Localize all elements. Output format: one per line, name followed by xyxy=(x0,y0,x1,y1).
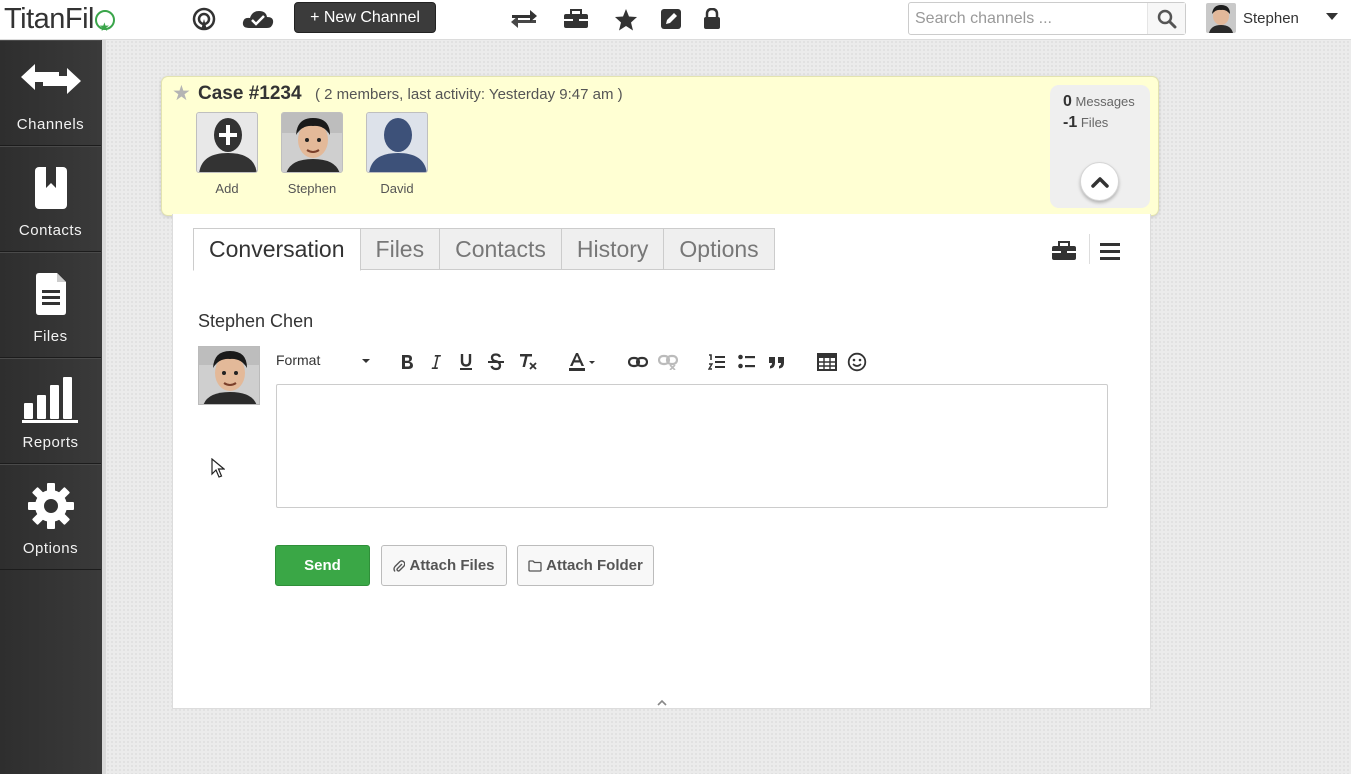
cloud-check-icon[interactable] xyxy=(240,5,276,33)
contact-book-icon xyxy=(0,161,101,215)
files-label: Files xyxy=(1080,115,1109,130)
channel-title: Case #1234 xyxy=(198,83,302,104)
files-count: -1 xyxy=(1063,114,1078,131)
attach-files-label: Attach Files xyxy=(409,557,495,574)
table-icon[interactable] xyxy=(815,350,839,374)
member-name: Add xyxy=(215,181,239,196)
bar-chart-icon xyxy=(0,373,101,427)
channel-meta: ( 2 members, last activity: Yesterday 9:… xyxy=(315,86,623,103)
broadcast-icon[interactable] xyxy=(189,5,219,33)
format-dropdown[interactable]: Format xyxy=(276,352,370,368)
message-editor[interactable] xyxy=(276,384,1108,508)
transfer-arrows-icon[interactable] xyxy=(509,5,539,33)
file-icon xyxy=(0,267,101,321)
unlink-icon[interactable] xyxy=(657,350,679,374)
search-icon xyxy=(1157,9,1176,28)
logo-star-o-icon xyxy=(95,10,115,44)
channel-stats: 0 Messages -1 Files xyxy=(1050,85,1150,208)
clear-format-icon[interactable] xyxy=(517,350,539,374)
favorite-star-icon[interactable]: ★ xyxy=(172,81,191,106)
arrows-exchange-icon xyxy=(0,55,101,109)
caret-up-icon[interactable] xyxy=(656,694,668,706)
underline-icon[interactable] xyxy=(456,350,476,374)
new-channel-button[interactable]: + New Channel xyxy=(294,2,436,33)
send-button[interactable]: Send xyxy=(275,545,370,586)
emoji-icon[interactable] xyxy=(845,350,869,374)
conversation-panel: Conversation Files Contacts History Opti… xyxy=(172,214,1151,709)
sidebar-item-label: Channels xyxy=(16,116,85,133)
channel-header-card: ★ Case #1234 ( 2 members, last activity:… xyxy=(161,76,1159,216)
files-stat: -1 Files xyxy=(1063,114,1108,132)
paperclip-icon xyxy=(393,559,406,572)
search-input[interactable] xyxy=(915,7,1149,31)
tab-conversation[interactable]: Conversation xyxy=(193,228,361,271)
logo-text: TitanFil xyxy=(4,3,95,35)
link-icon[interactable] xyxy=(627,350,649,374)
member-avatar xyxy=(366,112,428,173)
gear-icon xyxy=(0,479,101,533)
messages-count: 0 xyxy=(1063,93,1072,110)
member-david[interactable]: David xyxy=(366,112,428,196)
star-icon[interactable] xyxy=(611,5,641,33)
sidebar-item-label: Contacts xyxy=(18,222,83,239)
user-menu-caret-icon[interactable] xyxy=(1326,13,1338,20)
chevron-down-icon xyxy=(362,359,370,363)
attach-folder-label: Attach Folder xyxy=(546,557,643,574)
attach-folder-button[interactable]: Attach Folder xyxy=(517,545,654,586)
member-stephen[interactable]: Stephen xyxy=(281,112,343,196)
channel-tabs: Conversation Files Contacts History Opti… xyxy=(193,228,775,271)
bold-icon[interactable] xyxy=(396,350,418,374)
sidebar-item-channels[interactable]: Channels xyxy=(0,40,101,146)
strikethrough-icon[interactable] xyxy=(486,350,506,374)
add-member-avatar-icon xyxy=(196,112,258,173)
toolbox-icon[interactable] xyxy=(561,5,591,33)
tab-options[interactable]: Options xyxy=(663,228,775,270)
numbered-list-icon[interactable] xyxy=(706,350,728,374)
sidebar-item-label: Reports xyxy=(22,434,79,451)
tab-contacts[interactable]: Contacts xyxy=(439,228,562,270)
composer-author-name: Stephen Chen xyxy=(198,311,314,331)
user-name: Stephen xyxy=(1243,9,1299,27)
search-box xyxy=(908,2,1186,35)
add-member-button[interactable]: Add xyxy=(196,112,258,196)
user-avatar xyxy=(1206,3,1236,33)
messages-stat: 0 Messages xyxy=(1063,93,1135,111)
chevron-up-icon xyxy=(1090,176,1109,188)
member-name: Stephen xyxy=(287,181,337,196)
tab-history[interactable]: History xyxy=(560,228,665,270)
bullet-list-icon[interactable] xyxy=(736,350,758,374)
hamburger-menu-icon[interactable] xyxy=(1095,238,1125,264)
blockquote-icon[interactable] xyxy=(766,350,788,374)
channel-toolbox-icon[interactable] xyxy=(1049,238,1079,264)
sidebar-item-contacts[interactable]: Contacts xyxy=(0,146,101,252)
search-button[interactable] xyxy=(1147,3,1185,34)
user-menu[interactable]: Stephen xyxy=(1206,3,1338,33)
sidebar: Channels Contacts Files Reports Options xyxy=(0,40,102,774)
folder-icon xyxy=(528,559,542,572)
sidebar-item-reports[interactable]: Reports xyxy=(0,358,101,464)
sidebar-item-label: Options xyxy=(22,540,79,557)
attach-files-button[interactable]: Attach Files xyxy=(381,545,507,586)
messages-label: Messages xyxy=(1075,94,1135,109)
mouse-cursor-icon xyxy=(211,457,226,483)
member-avatar xyxy=(281,112,343,173)
italic-icon[interactable] xyxy=(426,350,446,374)
collapse-header-button[interactable] xyxy=(1080,162,1119,201)
tab-files[interactable]: Files xyxy=(359,228,441,270)
text-color-icon[interactable] xyxy=(568,350,598,374)
edit-note-icon[interactable] xyxy=(656,5,686,33)
titanfile-logo[interactable]: TitanFil xyxy=(4,2,115,44)
sidebar-item-files[interactable]: Files xyxy=(0,252,101,358)
divider xyxy=(1089,234,1090,264)
lock-icon[interactable] xyxy=(697,5,727,33)
format-label: Format xyxy=(276,352,321,368)
sidebar-item-options[interactable]: Options xyxy=(0,464,101,570)
member-name: David xyxy=(380,181,414,196)
sidebar-item-label: Files xyxy=(33,328,68,345)
composer-author-avatar xyxy=(198,346,260,405)
top-bar: TitanFil + New Channel Stephen xyxy=(0,0,1351,44)
